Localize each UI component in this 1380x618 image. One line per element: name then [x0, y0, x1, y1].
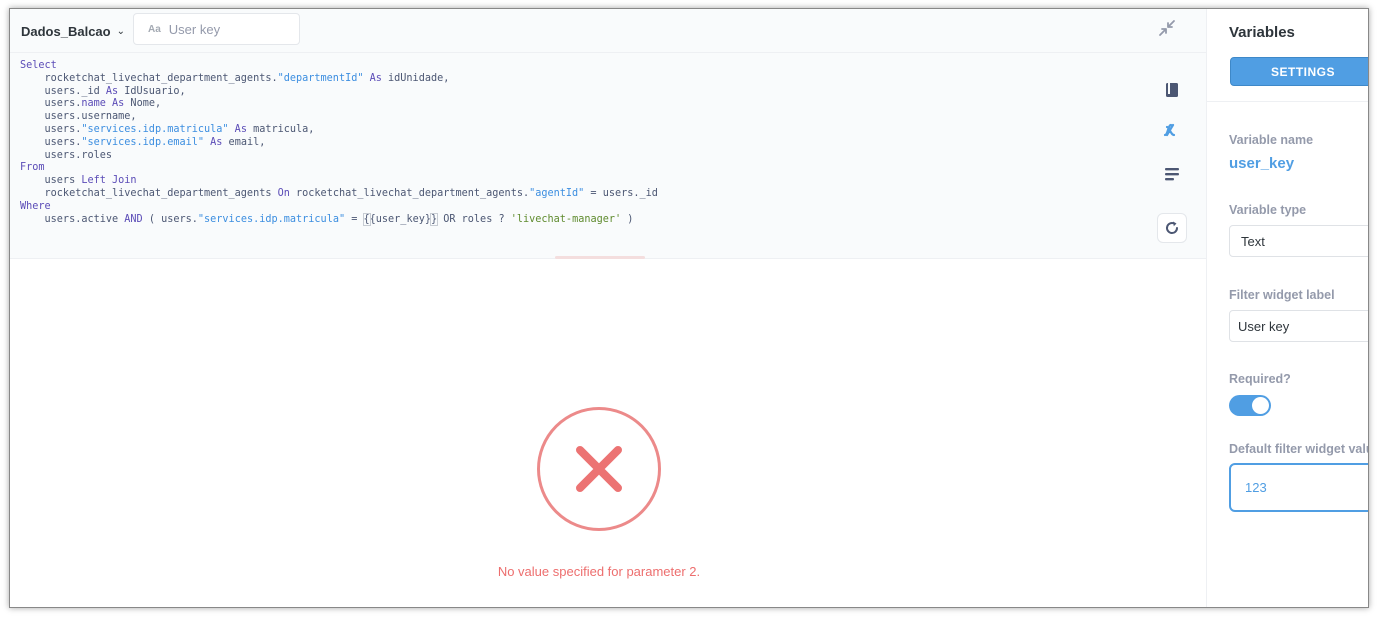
- code-line: users."services.idp.email" As email,: [20, 137, 658, 150]
- code-line: rocketchat_livechat_department_agents."d…: [20, 73, 658, 86]
- code-token: email,: [222, 136, 266, 148]
- code-line: users.username,: [20, 111, 658, 124]
- code-token: 'livechat-manager': [510, 213, 622, 225]
- code-token: Nome,: [124, 98, 162, 110]
- variable-name-label: Variable name: [1229, 133, 1314, 147]
- code-token: users.: [20, 123, 82, 135]
- settings-button[interactable]: SETTINGS: [1230, 57, 1368, 86]
- code-token: matricula,: [246, 123, 315, 135]
- error-indicator: [537, 407, 661, 531]
- filter-widget-label-field[interactable]: [1229, 310, 1368, 342]
- variable-type-label: Variable type: [1229, 203, 1307, 217]
- editor-topbar: Dados_Balcao ⌄ Aa: [10, 9, 1206, 53]
- app-window: Dados_Balcao ⌄ Aa Select rocketchat_live…: [9, 8, 1369, 608]
- code-line: users Left Join: [20, 175, 658, 188]
- toggle-knob: [1252, 397, 1269, 414]
- code-token: Where: [20, 200, 51, 212]
- code-token: IdUsuario,: [118, 85, 186, 97]
- sidebar-title: Variables: [1229, 24, 1295, 41]
- code-token: rocketchat_livechat_department_agents.: [289, 187, 530, 199]
- text-type-icon: Aa: [148, 23, 161, 35]
- code-token: On: [271, 187, 290, 199]
- code-token: From: [20, 162, 45, 174]
- sql-editor[interactable]: Select rocketchat_livechat_department_ag…: [10, 53, 1206, 259]
- code-token: ( users.: [142, 213, 198, 225]
- code-token: users.: [20, 136, 82, 148]
- code-token: rocketchat_livechat_department_agents: [20, 187, 272, 199]
- code-line: users."services.idp.matricula" As matric…: [20, 124, 658, 137]
- filter-widget-label-input[interactable]: [1238, 318, 1368, 334]
- code-token: "agentId": [529, 187, 585, 199]
- code-token: users.: [20, 98, 82, 110]
- variables-icon[interactable]: [1161, 119, 1183, 141]
- query-editor-pane: Dados_Balcao ⌄ Aa Select rocketchat_live…: [10, 9, 1206, 607]
- code-line: From: [20, 162, 658, 175]
- code-line: users.active AND ( users."services.idp.m…: [20, 212, 658, 227]
- variable-name-value: user_key: [1229, 155, 1295, 172]
- code-token: rocketchat_livechat_department_agents.: [20, 72, 278, 84]
- code-token: ): [621, 213, 634, 225]
- code-token: "services.idp.matricula": [197, 213, 346, 225]
- code-token: OR roles ?: [437, 213, 511, 225]
- variable-type-select[interactable]: Text: [1229, 225, 1368, 257]
- code-token: {user_key}: [369, 213, 431, 225]
- collapse-icon[interactable]: [1158, 19, 1176, 37]
- code-token: users.username,: [20, 111, 137, 123]
- code-token: =: [345, 213, 364, 225]
- variables-sidebar: Variables SETTINGS Variable name user_ke…: [1206, 9, 1369, 607]
- refresh-button[interactable]: [1157, 213, 1187, 243]
- code-token: AND: [118, 213, 143, 225]
- code-line: users._id As IdUsuario,: [20, 86, 658, 99]
- variable-type-value: Text: [1241, 233, 1265, 249]
- code-token: name: [81, 98, 106, 110]
- chevron-down-icon: ⌄: [116, 25, 125, 37]
- code-token: As: [105, 98, 125, 110]
- database-selector[interactable]: Dados_Balcao ⌄: [21, 20, 125, 42]
- code-line: users.roles: [20, 150, 658, 163]
- code-token: "services.idp.matricula": [81, 123, 229, 135]
- data-reference-icon[interactable]: [1161, 79, 1183, 101]
- code-token: = users._id: [584, 187, 658, 199]
- sql-code[interactable]: Select rocketchat_livechat_department_ag…: [20, 60, 658, 226]
- code-token: Left Join: [75, 175, 137, 187]
- default-value-label: Default filter widget value: [1229, 442, 1369, 456]
- error-message: No value specified for parameter 2.: [497, 564, 701, 579]
- code-token: As: [99, 85, 119, 97]
- required-toggle[interactable]: [1229, 395, 1271, 416]
- code-line: Select: [20, 60, 658, 73]
- user-key-input[interactable]: [168, 21, 289, 37]
- refresh-icon: [1166, 221, 1179, 234]
- sidebar-divider: [1207, 101, 1368, 102]
- code-token: users: [20, 175, 76, 187]
- code-token: "services.idp.email": [81, 136, 205, 148]
- error-x-icon: [576, 446, 622, 492]
- code-token: users.active: [20, 213, 119, 225]
- code-token: users._id: [20, 85, 100, 97]
- code-token: idUnidade,: [381, 72, 450, 84]
- code-line: Where: [20, 201, 658, 214]
- query-result-area: No value specified for parameter 2.: [10, 259, 1206, 607]
- code-token: users.roles: [20, 149, 113, 161]
- code-token: "departmentId": [277, 72, 364, 84]
- required-label: Required?: [1229, 372, 1291, 386]
- code-line: users.name As Nome,: [20, 98, 658, 111]
- default-value-input[interactable]: [1245, 480, 1365, 495]
- code-token: As: [228, 123, 247, 135]
- default-value-field[interactable]: [1229, 463, 1368, 512]
- database-name: Dados_Balcao: [21, 23, 111, 39]
- code-token: Select: [20, 60, 57, 71]
- filter-widget-label-label: Filter widget label: [1229, 288, 1335, 302]
- code-line: rocketchat_livechat_department_agents On…: [20, 188, 658, 201]
- code-token: As: [363, 72, 382, 84]
- snippets-icon[interactable]: [1161, 163, 1183, 185]
- user-key-variable-widget[interactable]: Aa: [133, 13, 300, 45]
- code-token: As: [204, 136, 223, 148]
